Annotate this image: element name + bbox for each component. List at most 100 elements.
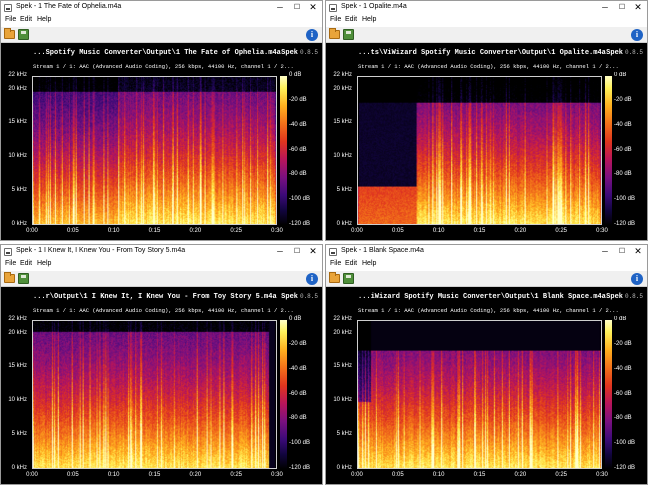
spek-version-label: Spek 0.8.5 [281, 49, 318, 57]
info-icon[interactable]: i [631, 29, 643, 41]
info-icon[interactable]: i [306, 29, 318, 41]
db-tick-label: -120 dB [614, 465, 636, 471]
folder-open-icon[interactable] [329, 272, 340, 283]
maximize-button[interactable]: ☐ [614, 245, 630, 259]
menu-file[interactable]: File [5, 260, 16, 267]
menu-help[interactable]: Help [362, 260, 376, 267]
db-tick-label: 0 dB [289, 72, 302, 78]
menu-bar: File Edit Help [326, 15, 647, 27]
spectrogram-canvas [357, 76, 602, 225]
frequency-tick-label: 15 kHz [333, 363, 352, 370]
time-tick-label: 0:10 [432, 228, 445, 234]
time-tick-label: 0:05 [66, 228, 79, 234]
close-button[interactable]: ✕ [630, 245, 646, 259]
folder-open-icon[interactable] [329, 28, 340, 39]
spectrogram-panel: ...iWizard Spotify Music Converter\Outpu… [326, 288, 647, 484]
time-tick-label: 0:20 [189, 472, 202, 478]
frequency-tick-label: 15 kHz [8, 119, 27, 126]
spek-window-4: Spek - 1 Blank Space.m4a ─ ☐ ✕ File Edit… [325, 244, 648, 485]
minimize-button[interactable]: ─ [272, 245, 288, 259]
db-tick-label: 0 dB [614, 72, 627, 78]
time-tick-label: 0:25 [230, 228, 242, 234]
time-tick-label: 0:30 [596, 228, 608, 234]
menu-file[interactable]: File [330, 16, 341, 23]
db-tick-label: 0 dB [289, 316, 302, 322]
time-tick-label: 0:20 [514, 472, 527, 478]
frequency-tick-label: 20 kHz [8, 329, 27, 336]
frequency-tick-label: 15 kHz [333, 119, 352, 126]
spek-window-2: Spek - 1 Opalite.m4a ─ ☐ ✕ File Edit Hel… [325, 0, 648, 241]
frequency-tick-label: 5 kHz [336, 187, 352, 194]
spectrogram-canvas [357, 320, 602, 469]
stream-info-label: Stream 1 / 1: AAC (Advanced Audio Coding… [33, 307, 294, 314]
frequency-tick-label: 15 kHz [8, 363, 27, 370]
menu-help[interactable]: Help [37, 260, 51, 267]
spek-app-icon [329, 4, 337, 12]
db-tick-label: -80 dB [289, 415, 307, 422]
db-colorbar [280, 76, 287, 225]
title-bar[interactable]: Spek - 1 Opalite.m4a ─ ☐ ✕ [326, 1, 647, 15]
time-tick-label: 0:25 [230, 472, 242, 478]
time-tick-label: 0:00 [351, 228, 363, 234]
frequency-tick-label: 0 kHz [336, 465, 352, 471]
menu-edit[interactable]: Edit [345, 16, 357, 23]
window-title: Spek - 1 I Knew It, I Knew You - From To… [16, 247, 186, 254]
time-tick-label: 0:10 [107, 228, 120, 234]
close-button[interactable]: ✕ [305, 1, 321, 15]
db-tick-label: -20 dB [614, 96, 632, 103]
minimize-button[interactable]: ─ [597, 1, 613, 15]
save-icon[interactable] [18, 273, 29, 284]
time-tick-label: 0:15 [473, 228, 486, 234]
save-icon[interactable] [343, 29, 354, 40]
spek-version-label: Spek 0.8.5 [606, 293, 643, 301]
close-button[interactable]: ✕ [305, 245, 321, 259]
db-tick-label: -40 dB [289, 121, 307, 128]
menu-bar: File Edit Help [1, 259, 322, 271]
stream-info-label: Stream 1 / 1: AAC (Advanced Audio Coding… [33, 63, 294, 70]
maximize-button[interactable]: ☐ [614, 1, 630, 15]
menu-help[interactable]: Help [362, 16, 376, 23]
info-icon[interactable]: i [306, 273, 318, 285]
time-tick-label: 0:25 [555, 472, 567, 478]
minimize-button[interactable]: ─ [272, 1, 288, 15]
menu-help[interactable]: Help [37, 16, 51, 23]
db-tick-label: -120 dB [289, 465, 311, 471]
maximize-button[interactable]: ☐ [289, 1, 305, 15]
save-icon[interactable] [343, 273, 354, 284]
frequency-tick-label: 0 kHz [336, 221, 352, 227]
spek-window-3: Spek - 1 I Knew It, I Knew You - From To… [0, 244, 323, 485]
time-tick-label: 0:20 [514, 228, 527, 234]
folder-open-icon[interactable] [4, 28, 15, 39]
stream-info-label: Stream 1 / 1: AAC (Advanced Audio Coding… [358, 307, 619, 314]
menu-edit[interactable]: Edit [20, 16, 32, 23]
frequency-tick-label: 5 kHz [11, 431, 27, 438]
close-button[interactable]: ✕ [630, 1, 646, 15]
maximize-button[interactable]: ☐ [289, 245, 305, 259]
menu-edit[interactable]: Edit [20, 260, 32, 267]
toolbar: i [1, 27, 322, 43]
spectrogram-canvas [32, 320, 277, 469]
toolbar: i [1, 271, 322, 287]
db-colorbar [280, 320, 287, 469]
title-bar[interactable]: Spek - 1 Blank Space.m4a ─ ☐ ✕ [326, 245, 647, 259]
menu-file[interactable]: File [330, 260, 341, 267]
menu-edit[interactable]: Edit [345, 260, 357, 267]
file-path-label: ...ts\ViWizard Spotify Music Converter\O… [358, 49, 606, 57]
file-path-label: ...iWizard Spotify Music Converter\Outpu… [358, 293, 606, 301]
menu-file[interactable]: File [5, 16, 16, 23]
spectrogram-panel: ...r\Output\1 I Knew It, I Knew You - Fr… [1, 288, 322, 484]
folder-open-icon[interactable] [4, 272, 15, 283]
save-icon[interactable] [18, 29, 29, 40]
title-bar[interactable]: Spek - 1 The Fate of Ophelia.m4a ─ ☐ ✕ [1, 1, 322, 15]
time-tick-label: 0:30 [271, 472, 283, 478]
spectrogram-canvas [32, 76, 277, 225]
spek-version-label: Spek 0.8.5 [281, 293, 318, 301]
frequency-tick-label: 5 kHz [336, 431, 352, 438]
frequency-tick-label: 10 kHz [333, 397, 352, 404]
db-tick-label: -20 dB [614, 340, 632, 347]
minimize-button[interactable]: ─ [597, 245, 613, 259]
info-icon[interactable]: i [631, 273, 643, 285]
title-bar[interactable]: Spek - 1 I Knew It, I Knew You - From To… [1, 245, 322, 259]
time-tick-label: 0:00 [26, 472, 38, 478]
db-tick-label: -60 dB [289, 390, 307, 397]
